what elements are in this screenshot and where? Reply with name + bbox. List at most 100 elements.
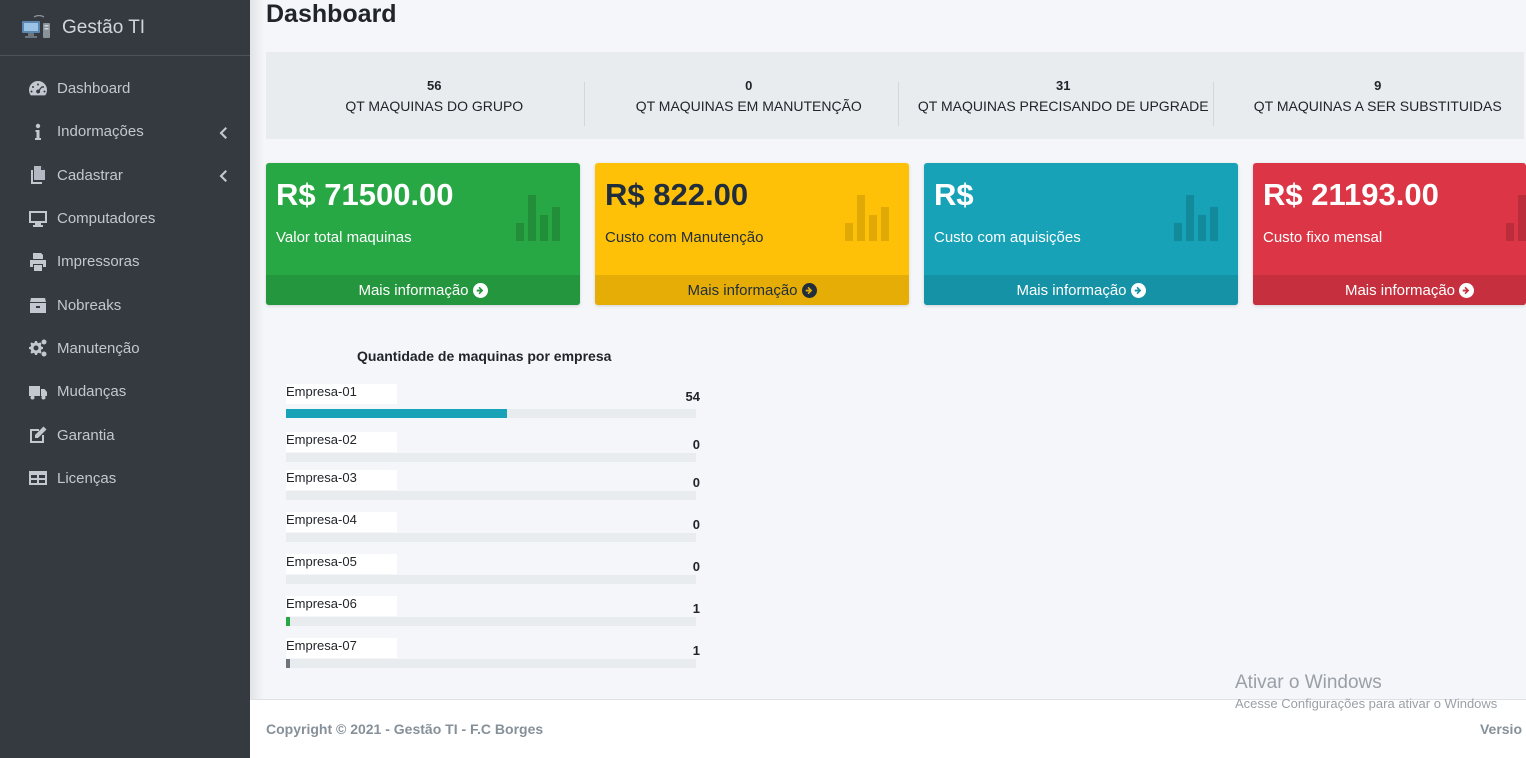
sidebar-item-label: Impressoras [57,253,140,271]
chart-row: Empresa-01 54 [280,384,700,424]
more-info-link[interactable]: Mais informação [1253,275,1526,305]
chart-bar-track [286,491,696,500]
chart-category-label: Empresa-02 [286,432,397,452]
table-icon [27,468,49,488]
chart-bar-track [286,453,696,462]
sidebar-item-dashboard[interactable]: Dashboard [0,67,250,110]
sidebar-item-impressoras[interactable]: Impressoras [0,240,250,283]
box-icon [27,295,49,315]
chart-bar [286,659,291,668]
arrow-circle-right-icon [1459,282,1475,298]
sidebar-item-label: Garantia [57,426,115,444]
sidebar-item-licencas[interactable]: Licenças [0,457,250,500]
copyright-text: Copyright © 2021 - Gestão TI - F.C Borge… [266,721,544,737]
bar-chart-icon [845,195,895,241]
stat-label: QT MAQUINAS A SER SUBSTITUIDAS [1253,97,1502,114]
stat-label: QT MAQUINAS EM MANUTENÇÃO [635,97,862,114]
box-custo-manutencao: R$ 822.00 Custo com Manutenção Mais info… [595,163,909,305]
chart-value-label: 0 [692,437,700,452]
chart-value-label: 1 [692,601,700,616]
chart-value-label: 1 [692,643,700,658]
chart-bar [286,617,291,626]
arrow-circle-right-icon [801,282,817,298]
sidebar-item-mudancas[interactable]: Mudanças [0,370,250,413]
stat-value: 0 [745,77,753,93]
more-info-link[interactable]: Mais informação [266,275,580,305]
sidebar-item-informacoes[interactable]: Indormações [0,110,250,153]
stat-value: 56 [427,77,442,93]
sidebar-item-cadastrar[interactable]: Cadastrar [0,154,250,197]
chart-row: Empresa-02 0 [280,432,700,472]
more-info-label: Mais informação [358,281,469,299]
sidebar-item-label: Mudanças [57,383,127,401]
chart-bar-track [286,409,696,418]
sidebar-item-label: Indormações [57,123,144,141]
chart-category-label: Empresa-01 [286,384,397,404]
box-value: R$ [934,177,974,212]
box-value: R$ 21193.00 [1263,177,1439,212]
chart-title: Quantidade de maquinas por empresa [357,348,612,364]
chart-category-label: Empresa-04 [286,512,397,532]
bar-chart-icon [1506,195,1526,241]
truck-icon [27,382,49,402]
tachometer-icon [27,79,49,99]
desktop-icon [27,209,49,229]
chart-bar-track [286,575,696,584]
chart-bar-track [286,659,696,668]
chart-value-label: 0 [692,475,700,490]
chart-bar-track [286,617,696,626]
more-info-label: Mais informação [687,281,798,299]
chart-bar [286,409,508,418]
chevron-left-icon [218,126,228,139]
box-custo-aquisicoes: R$ Custo com aquisições Mais informação [924,163,1238,305]
box-label: Custo com Manutenção [605,229,764,246]
stats-bar: 56 QT MAQUINAS DO GRUPO 0 QT MAQUINAS EM… [266,52,1524,139]
sidebar-nav: Dashboard Indormações Cadastrar Computad… [0,56,250,500]
sidebar-item-label: Nobreaks [57,296,122,314]
chart-category-label: Empresa-03 [286,470,397,490]
arrow-circle-right-icon [472,282,488,298]
box-valor-total: R$ 71500.00 Valor total maquinas Mais in… [266,163,580,305]
chart-bar-track [286,533,696,542]
sidebar-item-garantia[interactable]: Garantia [0,413,250,456]
box-custo-fixo: R$ 21193.00 Custo fixo mensal Mais infor… [1253,163,1526,305]
more-info-link[interactable]: Mais informação [924,275,1238,305]
stat-value: 31 [1056,77,1071,93]
more-info-label: Mais informação [1016,281,1127,299]
box-label: Custo com aquisições [934,229,1081,246]
chart-row: Empresa-05 0 [280,554,700,594]
sidebar-item-label: Dashboard [57,80,131,98]
printer-icon [27,252,49,272]
box-value: R$ 822.00 [605,177,749,212]
stat-maquinas-grupo: 56 QT MAQUINAS DO GRUPO [266,78,581,114]
chart-value-label: 0 [692,559,700,574]
windows-activation-watermark: Ativar o Windows Acesse Configurações pa… [1235,672,1497,711]
copy-icon [27,165,49,185]
chart-value-label: 0 [692,517,700,532]
sidebar-item-nobreaks[interactable]: Nobreaks [0,283,250,326]
stat-maquinas-upgrade: 31 QT MAQUINAS PRECISANDO DE UPGRADE [895,77,1210,126]
arrow-circle-right-icon [1130,282,1146,298]
cogs-icon [27,338,49,358]
brand-link[interactable]: Gestão TI [0,0,250,56]
chart-row: Empresa-07 1 [280,638,700,678]
sidebar: Gestão TI Dashboard Indormações Cadastra… [0,0,250,758]
more-info-label: Mais informação [1344,281,1456,299]
sidebar-item-computadores[interactable]: Computadores [0,197,250,240]
sidebar-item-label: Cadastrar [57,166,123,184]
chart-category-label: Empresa-07 [286,638,397,658]
page-title: Dashboard [266,0,397,28]
chart-category-label: Empresa-06 [286,596,397,616]
stat-maquinas-substituidas: 9 QT MAQUINAS A SER SUBSTITUIDAS [1210,78,1525,126]
summary-boxes: R$ 71500.00 Valor total maquinas Mais in… [266,163,1526,305]
version-text: Versio [1479,721,1522,737]
sidebar-item-manutencao[interactable]: Manutenção [0,327,250,370]
stat-maquinas-manutencao: 0 QT MAQUINAS EM MANUTENÇÃO [581,77,896,126]
more-info-link[interactable]: Mais informação [595,275,909,305]
bar-chart-icon [1174,195,1224,241]
bar-chart-icon [516,195,566,241]
box-label: Valor total maquinas [276,229,412,246]
sidebar-item-label: Licenças [57,469,117,487]
chevron-left-icon [218,169,228,183]
sidebar-item-label: Manutenção [57,339,140,357]
